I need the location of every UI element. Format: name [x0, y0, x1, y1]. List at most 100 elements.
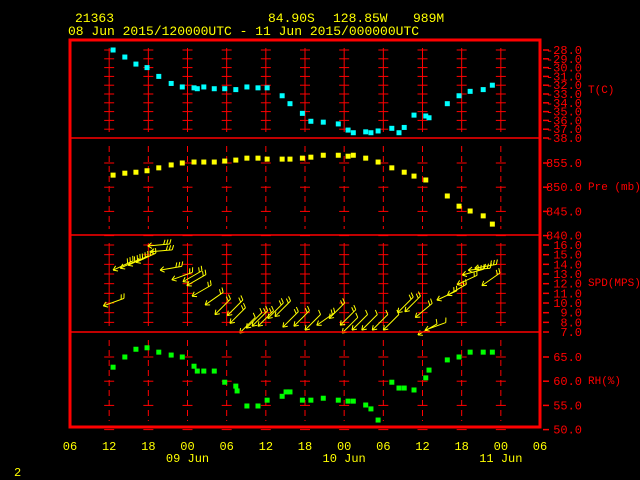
temperature-point [335, 121, 341, 127]
pressure-point [156, 165, 162, 171]
humidity-point [191, 363, 197, 369]
humidity-point [411, 387, 417, 393]
wind-arrow [293, 305, 310, 327]
x-tick-label: 12 [102, 440, 116, 454]
humidity-point [368, 406, 374, 412]
y-tick-label: 850.0 [546, 181, 582, 195]
wind-arrow [135, 248, 157, 264]
y-tick-label: 845.0 [546, 205, 582, 219]
humidity-point [179, 354, 185, 360]
x-tick-label: 06 [63, 440, 77, 454]
wind-arrow [204, 287, 224, 306]
pressure-point [168, 162, 174, 168]
pressure-point [222, 158, 228, 164]
temperature-point [233, 87, 239, 93]
y-tick-label: 55.0 [553, 399, 582, 413]
pressure-point [345, 153, 351, 159]
time-range: 08 Jun 2015/120000UTC - 11 Jun 2015/0000… [68, 24, 419, 39]
humidity-point [480, 349, 486, 355]
humidity-point [489, 349, 495, 355]
pressure-point [299, 155, 305, 161]
temperature-point [144, 65, 150, 71]
temperature-point [426, 115, 432, 121]
humidity-point [211, 368, 217, 374]
y-tick-label: 60.0 [553, 375, 582, 389]
y-tick-label: -38.0 [546, 132, 582, 146]
temperature-point [368, 130, 374, 136]
humidity-point [345, 398, 351, 404]
pressure-point [456, 203, 462, 209]
x-tick-label: 06 [219, 440, 233, 454]
humidity-point [467, 349, 473, 355]
pressure-point [320, 152, 326, 158]
pressure-point [401, 169, 407, 175]
humidity-point [168, 352, 174, 358]
pressure-point [444, 193, 450, 199]
humidity-point [244, 403, 250, 409]
x-tick-label: 12 [415, 440, 429, 454]
humidity-point [401, 385, 407, 391]
temperature-point [401, 124, 407, 130]
wind-arrow [461, 264, 485, 278]
temperature-point [287, 101, 293, 107]
humidity-point [133, 346, 139, 352]
humidity-point [444, 357, 450, 363]
x-tick-label: 18 [454, 440, 468, 454]
pressure-point [144, 168, 150, 174]
humidity-point [426, 367, 432, 373]
page-number: 2 [14, 466, 21, 480]
humidity-point [335, 397, 341, 403]
humidity-point [144, 345, 150, 351]
x-tick-label: 06 [533, 440, 547, 454]
temperature-point [133, 61, 139, 67]
temperature-point [389, 125, 395, 131]
humidity-point [110, 364, 116, 370]
wind-arrow [467, 263, 492, 274]
x-tick-label: 06 [376, 440, 390, 454]
humidity-point [423, 375, 429, 381]
y-tick-label: 50.0 [553, 424, 582, 438]
x-tick-label: 12 [259, 440, 273, 454]
pressure-point [233, 157, 239, 163]
humidity-point [279, 393, 285, 399]
temperature-point [244, 84, 250, 90]
wind-arrow [316, 307, 336, 326]
pressure-point [244, 155, 250, 161]
x-tick-label: 18 [141, 440, 155, 454]
pressure-point [389, 165, 395, 171]
pressure-point [255, 155, 261, 161]
pressure-point [110, 172, 116, 178]
temperature-point [411, 112, 417, 118]
humidity-point [264, 397, 270, 403]
wind-arrow [456, 270, 478, 286]
humidity-point [308, 397, 314, 403]
temperature-point [168, 80, 174, 86]
pressure-point [480, 213, 486, 219]
temperature-point [264, 85, 270, 91]
temperature-point [345, 127, 351, 133]
humidity-point [122, 354, 128, 360]
temperature-point [456, 93, 462, 99]
humidity-point [287, 389, 293, 395]
pressure-axis-title: Pre (mb) [588, 182, 640, 194]
humidity-point [222, 379, 228, 385]
temperature-point [489, 82, 495, 88]
temperature-point [363, 129, 369, 135]
humidity-point [299, 397, 305, 403]
temperature-point [201, 84, 207, 90]
temperature-point [467, 88, 473, 94]
temperature-point [299, 110, 305, 116]
date-label: 10 Jun [323, 452, 366, 466]
pressure-point [191, 159, 197, 165]
humidity-point [156, 349, 162, 355]
pressure-point [122, 170, 128, 176]
humidity-point [363, 402, 369, 408]
humidity-point [375, 417, 381, 423]
pressure-point [264, 156, 270, 162]
humidity-point [194, 368, 200, 374]
wind-arrow [436, 285, 458, 302]
wind-arrow [149, 244, 175, 255]
temperature-point [110, 47, 116, 53]
date-label: 11 Jun [479, 452, 522, 466]
temperature-point [122, 54, 128, 60]
